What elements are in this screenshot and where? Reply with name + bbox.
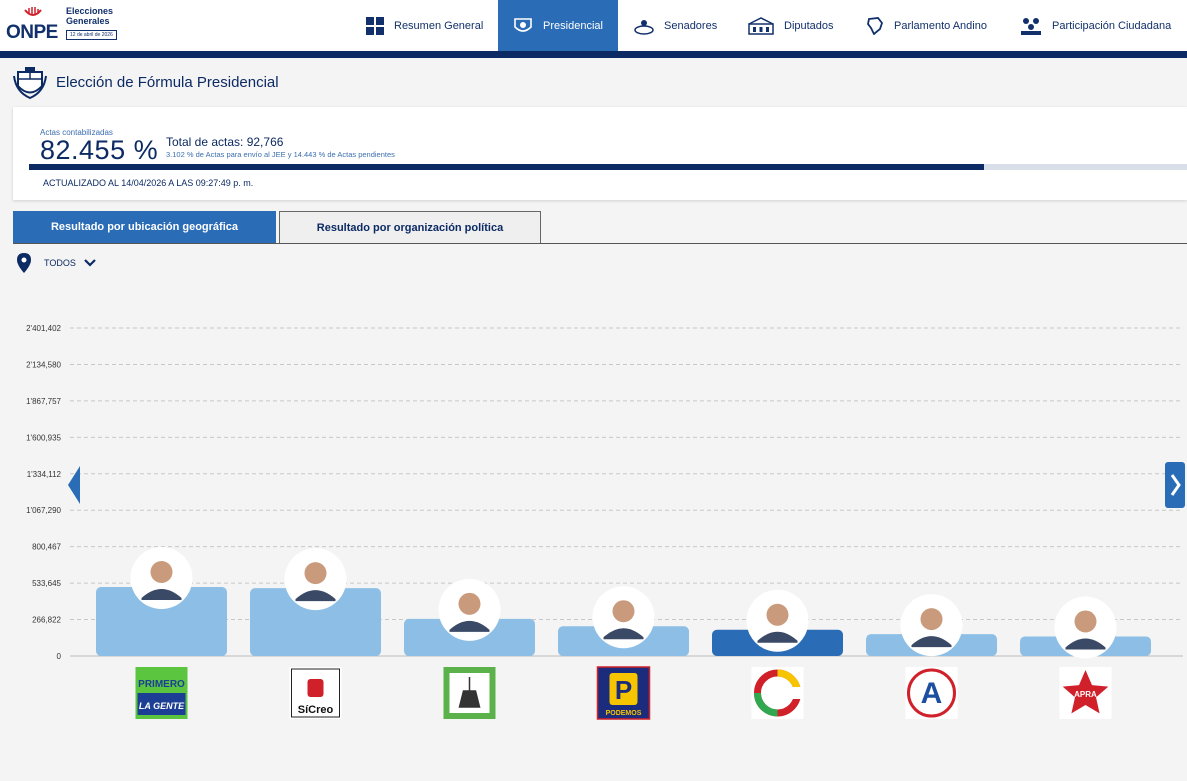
actas-progress-fill [29,164,984,170]
candidate-face [766,603,789,626]
chevron-down-icon [84,259,96,267]
nav-resumen-general[interactable]: Resumen General [366,0,496,51]
party-logo-text: PODEMOS [606,710,642,717]
nav-label: Diputados [784,19,834,32]
party-logo-letter: P [615,675,632,705]
nav-parlamento-andino[interactable]: Parlamento Andino [866,0,1006,51]
nav-label: Participación Ciudadana [1052,19,1172,32]
hand-vote-icon [24,7,42,16]
actas-percent: 82.455 % [40,135,159,165]
candidate-face [920,608,943,631]
onpe-logo[interactable]: ONPE Elecciones Generales 12 de abril de… [6,4,136,46]
tabs-underline [13,243,1187,244]
chevron-right-icon[interactable] [1165,462,1185,508]
logo-date: 12 de abril de 2026 [66,30,117,40]
grid-icon [366,16,384,35]
y-tick-label: 533,645 [32,579,61,588]
chevron-left-icon[interactable] [68,466,80,504]
logo-title: Elecciones Generales [66,6,114,26]
y-tick-label: 2'134,580 [26,360,61,369]
party-logo-gap [781,687,804,699]
logo-text: ONPE [6,22,58,43]
nav-label: Senadores [664,19,718,32]
location-filter-label: TODOS [44,258,76,268]
andes-map-icon [867,16,884,35]
party-logo-text: SíCreo [298,704,334,716]
nav-label: Resumen General [394,19,484,32]
presidential-results-bar-chart: 0 266,822 533,645 800,467 1'067,290 1'334,112… [26,324,1183,720]
candidate-face [304,562,327,585]
location-filter[interactable]: TODOS [16,252,96,274]
nav-diputados[interactable]: Diputados [748,0,848,51]
nav-label: Presidencial [543,19,603,32]
y-tick-label: 1'067,290 [26,506,61,515]
party-logo-text: LA GENTE [139,701,185,711]
nav-label: Parlamento Andino [894,19,987,32]
nav-participacion-ciudadana[interactable]: Participación Ciudadana [1020,0,1187,51]
candle-icon [307,679,324,697]
actas-progress-bar [29,164,1187,170]
y-tick-label: 0 [57,652,62,661]
party-logo-letter: A [921,677,943,710]
building-icon [748,16,774,35]
y-tick-label: 1'334,112 [27,470,62,479]
y-tick-label: 1'600,935 [26,433,61,442]
tab-political-organization[interactable]: Resultado por organización política [279,211,541,243]
y-tick-label: 1'867,757 [26,397,61,406]
nav-senadores[interactable]: Senadores [634,0,734,51]
candidate-face [458,592,481,615]
candidate-face [1074,610,1097,633]
presidential-shield-icon [514,17,532,32]
total-actas: Total de actas: 92,766 [166,135,284,149]
page-title: Elección de Fórmula Presidencial [56,74,279,91]
senate-icon [634,19,654,35]
y-tick-label: 266,822 [32,616,61,625]
party-logo-text: APRA [1074,690,1097,699]
y-tick-label: 2'401,402 [26,324,61,333]
tab-geographic-location[interactable]: Resultado por ubicación geográfica [13,211,276,243]
peru-coat-of-arms-icon [13,67,47,100]
pending-actas-text: 3.102 % de Actas para envío al JEE y 14.… [166,150,395,159]
y-tick-label: 800,467 [32,543,61,552]
people-icon [1021,17,1041,35]
location-pin-icon [17,253,31,273]
header-divider [0,51,1187,58]
actas-summary-card: Actas contabilizadas 82.455 % Total de a… [13,107,1187,200]
last-updated: ACTUALIZADO AL 14/04/2026 A LAS 09:27:49… [43,178,254,188]
candidate-face [612,600,635,623]
party-logo-text: PRIMERO [138,679,185,690]
candidate-face [150,561,173,584]
nav-presidencial[interactable]: Presidencial [498,0,618,51]
